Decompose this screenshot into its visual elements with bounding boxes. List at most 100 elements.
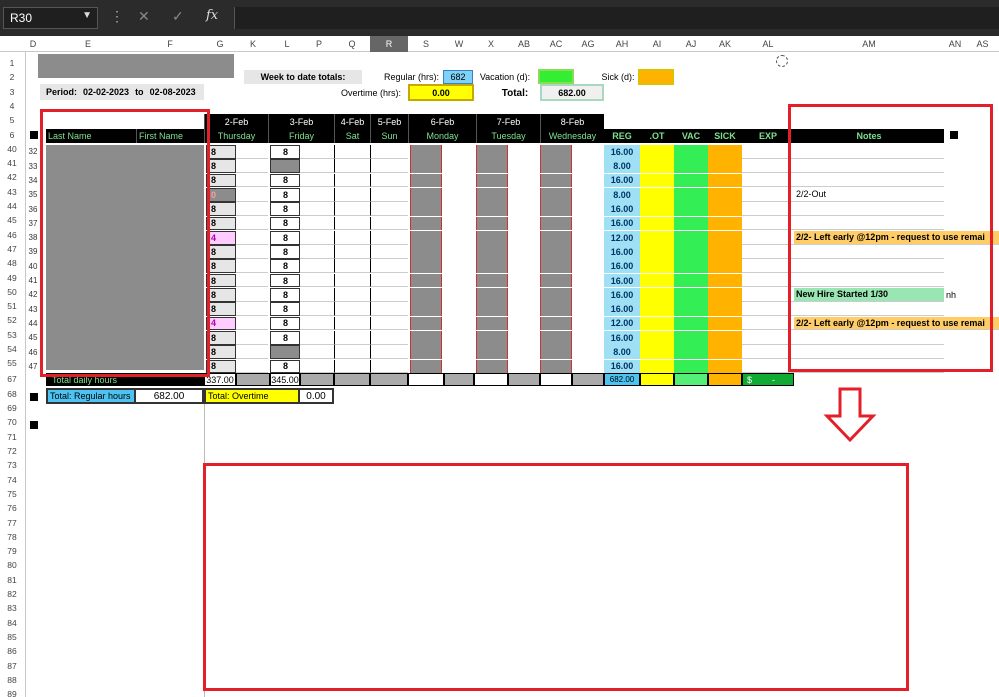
thursday-hours[interactable]: 8 xyxy=(206,159,236,174)
friday-hours[interactable]: 8 xyxy=(270,173,300,188)
monday-cell[interactable] xyxy=(410,159,442,174)
empty-cell[interactable] xyxy=(236,174,268,188)
tuesday-cell[interactable] xyxy=(476,216,508,231)
sick-cell[interactable] xyxy=(708,316,742,331)
thursday-hours[interactable]: 8 xyxy=(206,302,236,317)
vac-cell[interactable] xyxy=(674,345,708,359)
wednesday-cell[interactable] xyxy=(540,230,572,245)
monday-cell[interactable] xyxy=(410,230,442,245)
wednesday-cell[interactable] xyxy=(540,259,572,274)
sat-cell[interactable] xyxy=(334,302,370,317)
vac-cell[interactable] xyxy=(674,245,708,259)
sick-cell[interactable] xyxy=(708,273,742,288)
ot-cell[interactable] xyxy=(640,259,674,274)
row-header[interactable]: 79 xyxy=(0,544,24,558)
empty-cell[interactable] xyxy=(300,159,334,174)
thursday-hours[interactable]: 0 xyxy=(206,187,236,202)
ot-cell[interactable] xyxy=(640,173,674,188)
empty-cell[interactable] xyxy=(236,317,268,331)
row-header[interactable]: 72 xyxy=(0,444,24,458)
sun-cell[interactable] xyxy=(370,216,408,231)
wednesday-cell[interactable] xyxy=(540,145,572,159)
empty-cell[interactable] xyxy=(300,202,334,216)
empty-cell[interactable] xyxy=(236,360,268,374)
thursday-hours[interactable]: 4 xyxy=(206,316,236,331)
ot-cell[interactable] xyxy=(640,359,674,374)
ot-cell[interactable] xyxy=(640,159,674,174)
empty-cell[interactable] xyxy=(300,288,334,302)
sun-cell[interactable] xyxy=(370,245,408,259)
row-header[interactable]: 83 xyxy=(0,601,24,615)
row-header[interactable]: 71 xyxy=(0,430,24,444)
monday-cell[interactable] xyxy=(410,273,442,288)
sat-cell[interactable] xyxy=(334,159,370,174)
row-header[interactable]: 55 xyxy=(0,356,24,370)
row-header[interactable]: 45 xyxy=(0,213,24,227)
sun-cell[interactable] xyxy=(370,316,408,331)
chevron-down-icon[interactable]: ▼ xyxy=(82,10,92,21)
cancel-icon[interactable]: ✕ xyxy=(138,8,150,25)
monday-cell[interactable] xyxy=(410,202,442,216)
sat-cell[interactable] xyxy=(334,187,370,202)
empty-cell[interactable] xyxy=(236,188,268,202)
empty-cell[interactable] xyxy=(300,302,334,317)
vac-cell[interactable] xyxy=(674,359,708,374)
sick-cell[interactable] xyxy=(708,216,742,231)
empty-cell[interactable] xyxy=(236,288,268,302)
empty-cell[interactable] xyxy=(236,331,268,345)
vac-cell[interactable] xyxy=(674,330,708,345)
empty-cell[interactable] xyxy=(236,159,268,174)
empty-cell[interactable] xyxy=(300,360,334,374)
exp-cell[interactable] xyxy=(742,245,794,259)
sat-cell[interactable] xyxy=(334,316,370,331)
monday-cell[interactable] xyxy=(410,359,442,374)
name-box[interactable]: R30 ▼ xyxy=(3,7,98,29)
vac-cell[interactable] xyxy=(674,187,708,202)
sat-cell[interactable] xyxy=(334,202,370,216)
sick-cell[interactable] xyxy=(708,288,742,302)
column-header[interactable]: G xyxy=(204,36,236,52)
thursday-hours[interactable]: 8 xyxy=(206,216,236,231)
vac-cell[interactable] xyxy=(674,216,708,231)
wednesday-cell[interactable] xyxy=(540,302,572,317)
monday-cell[interactable] xyxy=(410,259,442,274)
empty-cell[interactable] xyxy=(236,231,268,245)
column-header[interactable]: AS xyxy=(966,36,999,52)
exp-cell[interactable] xyxy=(742,231,794,245)
ot-cell[interactable] xyxy=(640,216,674,231)
row-header[interactable]: 48 xyxy=(0,256,24,270)
row-header[interactable]: 67 xyxy=(0,372,24,386)
sick-cell[interactable] xyxy=(708,230,742,245)
column-header[interactable]: F xyxy=(136,36,204,52)
row-header[interactable]: 46 xyxy=(0,228,24,242)
friday-hours[interactable] xyxy=(270,159,300,174)
sick-cell[interactable] xyxy=(708,330,742,345)
monday-cell[interactable] xyxy=(410,145,442,159)
monday-cell[interactable] xyxy=(410,216,442,231)
sat-cell[interactable] xyxy=(334,330,370,345)
sick-cell[interactable] xyxy=(708,173,742,188)
vac-cell[interactable] xyxy=(674,202,708,216)
empty-cell[interactable] xyxy=(300,245,334,259)
monday-cell[interactable] xyxy=(410,302,442,317)
friday-hours[interactable]: 8 xyxy=(270,187,300,202)
empty-cell[interactable] xyxy=(300,274,334,288)
row-header[interactable]: 82 xyxy=(0,587,24,601)
row-header[interactable]: 84 xyxy=(0,616,24,630)
wednesday-cell[interactable] xyxy=(540,273,572,288)
column-header[interactable]: L xyxy=(270,36,304,52)
ot-cell[interactable] xyxy=(640,330,674,345)
wednesday-cell[interactable] xyxy=(540,159,572,174)
thursday-hours[interactable]: 8 xyxy=(206,173,236,188)
empty-cell[interactable] xyxy=(236,145,268,159)
row-header[interactable]: 81 xyxy=(0,573,24,587)
thursday-hours[interactable]: 8 xyxy=(206,259,236,274)
row-header[interactable]: 85 xyxy=(0,630,24,644)
tuesday-cell[interactable] xyxy=(476,288,508,302)
vac-cell[interactable] xyxy=(674,145,708,159)
sun-cell[interactable] xyxy=(370,187,408,202)
sat-cell[interactable] xyxy=(334,273,370,288)
thursday-hours[interactable]: 8 xyxy=(206,202,236,216)
tuesday-cell[interactable] xyxy=(476,330,508,345)
sun-cell[interactable] xyxy=(370,230,408,245)
